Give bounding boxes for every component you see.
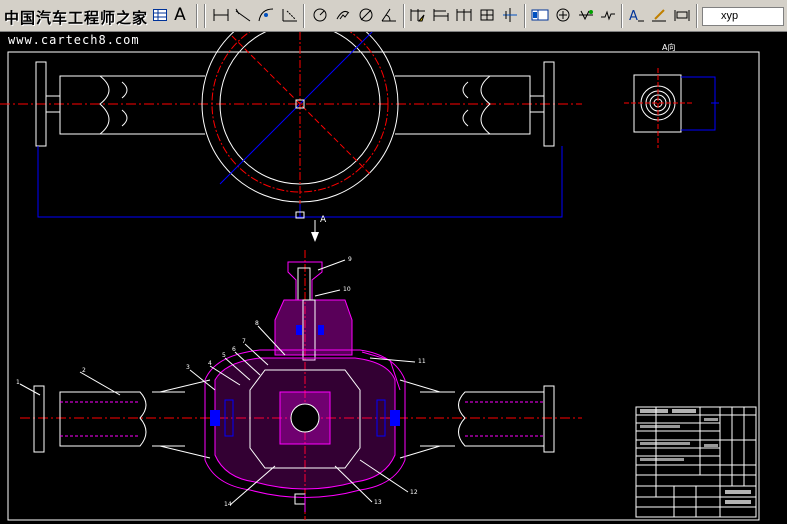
tolerance-icon[interactable]	[530, 5, 550, 25]
balloon-number: 9	[348, 256, 352, 263]
dim-edit-icon[interactable]: A	[626, 5, 646, 25]
toolbar-separator	[524, 4, 526, 28]
toolbar-separator	[303, 4, 305, 28]
section-view	[20, 250, 582, 520]
cad-toolbar: 中国汽车工程师之家 A A xyp	[0, 0, 787, 32]
dim-baseline-icon[interactable]	[431, 5, 451, 25]
balloon-number: 3	[186, 364, 190, 371]
dim-jogged-icon[interactable]	[333, 5, 353, 25]
balloon-number: 12	[410, 489, 418, 496]
drawing-canvas[interactable]: 1 2 3 4 5 6 7 8 9 10 11 12 13 14	[0, 32, 787, 524]
aux-view-label: A向	[662, 43, 676, 52]
dim-update-icon[interactable]	[672, 5, 692, 25]
dim-continue-icon[interactable]	[454, 5, 474, 25]
balloon-number: 6	[232, 346, 236, 353]
toolbar-separator	[196, 4, 198, 28]
dim-break-icon[interactable]	[500, 5, 520, 25]
balloon-number: 13	[374, 499, 382, 506]
title-block[interactable]	[635, 406, 757, 518]
dim-text-edit-icon[interactable]	[649, 5, 669, 25]
auxiliary-view-a	[624, 68, 719, 148]
balloon-number: 4	[208, 360, 212, 367]
toolbar-separator	[204, 4, 206, 28]
toolbar-separator	[403, 4, 405, 28]
toolbar-separator	[696, 4, 698, 28]
balloon-number: 11	[418, 358, 426, 365]
dim-arc-icon[interactable]	[256, 5, 276, 25]
dim-radius-icon[interactable]	[310, 5, 330, 25]
dim-style-combo[interactable]: xyp	[702, 7, 784, 26]
balloon-number: 10	[343, 286, 351, 293]
quick-dim-icon[interactable]	[408, 5, 428, 25]
dim-ordinate-icon[interactable]	[280, 5, 300, 25]
view-arrow-label: A	[320, 215, 327, 225]
balloon-number: 5	[222, 352, 226, 359]
balloon-number: 8	[255, 320, 259, 327]
multiline-text-icon[interactable]: A	[170, 5, 190, 25]
balloon-number: 14	[224, 501, 232, 508]
inspection-icon[interactable]	[576, 5, 596, 25]
dim-diameter-icon[interactable]	[356, 5, 376, 25]
top-view	[0, 32, 582, 219]
jogged-linear-icon[interactable]	[598, 5, 618, 25]
toolbar-separator	[621, 4, 623, 28]
dim-aligned-icon[interactable]	[233, 5, 253, 25]
dim-space-icon[interactable]	[477, 5, 497, 25]
dim-linear-icon[interactable]	[211, 5, 231, 25]
svg-text:A: A	[629, 9, 638, 23]
table-icon[interactable]	[150, 5, 170, 25]
view-arrow	[311, 220, 319, 242]
balloon-number: 1	[16, 379, 20, 386]
balloon-number: 2	[82, 367, 86, 374]
dim-angular-icon[interactable]	[379, 5, 399, 25]
center-mark-icon[interactable]	[553, 5, 573, 25]
balloon-number: 7	[242, 338, 246, 345]
watermark-text: 中国汽车工程师之家	[4, 9, 149, 27]
